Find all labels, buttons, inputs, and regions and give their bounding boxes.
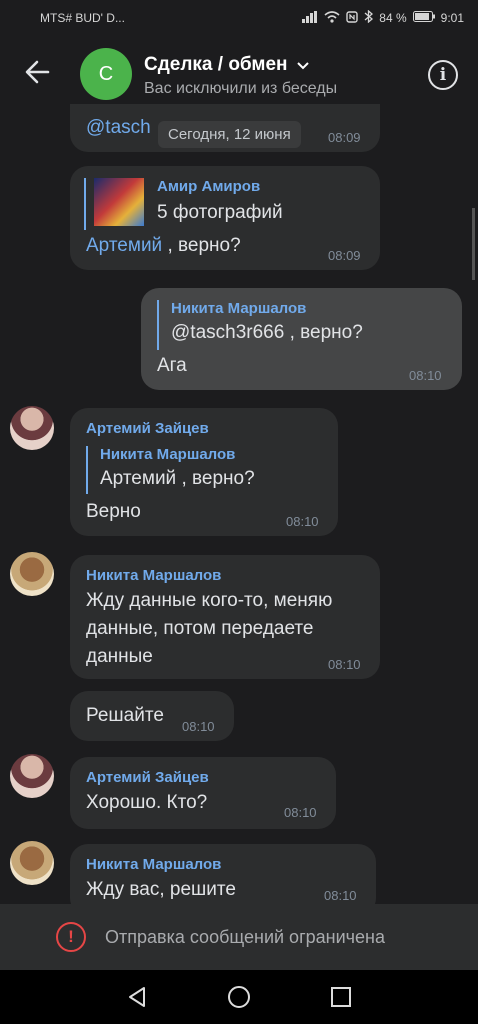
reply-bar xyxy=(84,178,86,230)
circle-home-icon xyxy=(228,986,250,1008)
reply-text: 5 фотографий xyxy=(157,202,283,223)
message-time: 08:09 xyxy=(328,248,361,263)
reply-sender: Никита Маршалов xyxy=(171,300,307,317)
battery-icon xyxy=(412,11,435,25)
mention-link[interactable]: Артемий xyxy=(86,235,162,256)
avatar[interactable] xyxy=(10,754,54,798)
reply-quote[interactable]: Никита Маршалов @tasch3r666 , верно? xyxy=(157,300,363,350)
scrollbar[interactable] xyxy=(472,208,475,280)
avatar[interactable] xyxy=(10,841,54,885)
message-sender[interactable]: Артемий Зайцев xyxy=(86,769,209,786)
bluetooth-icon xyxy=(364,9,374,26)
wifi-icon xyxy=(324,10,340,26)
message-time: 08:10 xyxy=(286,514,319,529)
chat-title[interactable]: Сделка / обмен xyxy=(144,54,309,76)
message-text: Жду вас, решите xyxy=(86,879,236,900)
restriction-text: Отправка сообщений ограничена xyxy=(105,927,385,947)
nav-back-button[interactable] xyxy=(124,984,150,1010)
message-text: Хорошо. Кто? xyxy=(86,792,208,813)
message-bubble[interactable]: Никита Маршалов Жду данные кого-то, меня… xyxy=(70,555,380,679)
chat-subtitle: Вас исключили из беседы xyxy=(144,80,338,97)
status-bar: MTS# BUD' D... 84 % 9:01 xyxy=(0,0,478,34)
alert-icon: ! xyxy=(56,922,86,952)
message-bubble[interactable]: Никита Маршалов Жду вас, решите 08:10 xyxy=(70,844,376,904)
signal-icon xyxy=(302,10,318,26)
message-bubble[interactable]: Амир Амиров 5 фотографий Артемий , верно… xyxy=(70,166,380,270)
message-bubble[interactable]: Решайте 08:10 xyxy=(70,691,234,741)
system-nav-bar xyxy=(0,970,478,1024)
message-time: 08:10 xyxy=(324,888,357,903)
nfc-icon xyxy=(346,10,358,26)
reply-quote[interactable]: Никита Маршалов Артемий , верно? xyxy=(86,446,255,494)
battery-percent: 84 % xyxy=(379,11,407,25)
message-bubble[interactable]: Артемий Зайцев Хорошо. Кто? 08:10 xyxy=(70,757,336,829)
reply-text: @tasch3r666 , верно? xyxy=(171,322,363,343)
chat-avatar[interactable]: С xyxy=(80,48,132,100)
square-recents-icon xyxy=(331,987,351,1007)
arrow-left-icon xyxy=(25,60,50,84)
message-text: Ага xyxy=(157,355,187,376)
status-right: 84 % 9:01 xyxy=(302,9,464,26)
reply-text: Артемий , верно? xyxy=(100,468,255,489)
message-text: Верно xyxy=(86,501,141,522)
restriction-bar: ! Отправка сообщений ограничена xyxy=(0,904,478,970)
triangle-back-icon xyxy=(129,987,145,1007)
back-button[interactable] xyxy=(20,54,56,90)
message-list[interactable]: @tasch 08:09 Сегодня, 12 июня Амир Амиро… xyxy=(0,104,478,904)
mention-link[interactable]: @tasch xyxy=(86,114,151,142)
message-sender[interactable]: Артемий Зайцев xyxy=(86,420,209,437)
avatar[interactable] xyxy=(10,552,54,596)
message-time: 08:10 xyxy=(284,805,317,820)
reply-sender: Амир Амиров xyxy=(157,178,261,195)
reply-thumbnail[interactable] xyxy=(94,178,144,226)
message-time: 08:10 xyxy=(182,719,215,734)
chat-header: С Сделка / обмен Вас исключили из беседы… xyxy=(0,34,478,104)
nav-home-button[interactable] xyxy=(226,984,252,1010)
date-divider: Сегодня, 12 июня xyxy=(158,121,301,148)
chevron-down-icon xyxy=(297,62,309,70)
avatar[interactable] xyxy=(10,406,54,450)
message-sender[interactable]: Никита Маршалов xyxy=(86,567,221,584)
message-bubble[interactable]: Артемий Зайцев Никита Маршалов Артемий ,… xyxy=(70,408,338,536)
nav-recents-button[interactable] xyxy=(328,984,354,1010)
info-icon: i xyxy=(439,65,447,85)
message-text: Артемий , верно? xyxy=(86,232,241,260)
message-text-rest: , верно? xyxy=(162,235,241,256)
info-button[interactable]: i xyxy=(428,60,458,90)
carrier-label: MTS# BUD' D... xyxy=(40,11,125,25)
message-text: Решайте xyxy=(86,705,164,726)
message-sender[interactable]: Никита Маршалов xyxy=(86,856,221,873)
message-time: 08:10 xyxy=(409,368,442,383)
message-time: 08:10 xyxy=(328,657,361,672)
status-time: 9:01 xyxy=(440,11,464,25)
chat-title-text: Сделка / обмен xyxy=(144,54,288,75)
message-time: 08:09 xyxy=(328,130,361,145)
reply-sender: Никита Маршалов xyxy=(100,446,236,463)
message-bubble-outgoing[interactable]: Никита Маршалов @tasch3r666 , верно? Ага… xyxy=(141,288,462,390)
